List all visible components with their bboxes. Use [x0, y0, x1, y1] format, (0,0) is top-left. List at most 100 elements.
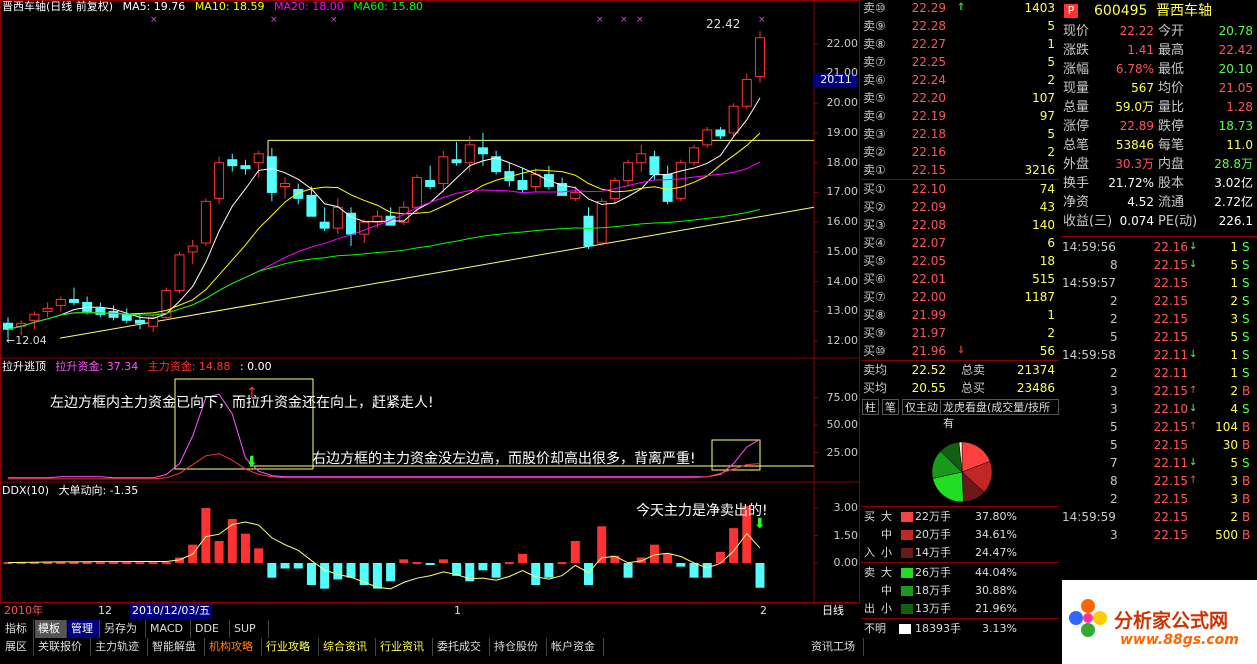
info-toolbar-button[interactable]: 行业资讯: [377, 638, 433, 656]
book-price: 22.19: [911, 109, 946, 123]
fund-color-swatch: [901, 530, 913, 540]
chart-area[interactable]: × × × × × × ×↑⬇⬇: [0, 0, 860, 620]
total-value: 21374: [1016, 363, 1055, 377]
quote-key: 最低: [1158, 62, 1185, 77]
toolbar-button[interactable]: SUP决策: [231, 620, 269, 652]
toolbar-button[interactable]: 模板: [35, 620, 67, 638]
ma20-line: [7, 161, 761, 330]
fund-separator: [861, 506, 1059, 507]
candle-body: [411, 177, 422, 208]
site-logo: 分析家公式网 www.88gs.com: [1062, 580, 1257, 664]
book-volume: 56: [1039, 344, 1055, 358]
stock-header: P 600495 晋西车轴: [1062, 1, 1257, 21]
quote-key: 最高: [1158, 43, 1185, 58]
info-toolbar-button[interactable]: 帐户资金: [548, 638, 604, 656]
quote-value: 4.52: [1127, 195, 1154, 209]
info-toolbar-button[interactable]: 展区: [2, 638, 34, 656]
fund-tab[interactable]: 仅主动: [902, 399, 941, 415]
tick-time: 8: [1110, 258, 1118, 272]
candle-body: [68, 298, 79, 303]
tick-side: B: [1242, 384, 1251, 398]
bid-row: 买⑤ 22.05 18: [861, 252, 1059, 270]
fund-side: 买: [864, 510, 875, 523]
avg-label: 买均: [863, 381, 888, 395]
signal-marker: ×: [330, 15, 338, 25]
toolbar-button[interactable]: 指标: [2, 620, 34, 638]
toolbar-button[interactable]: MACD基本: [147, 620, 191, 652]
fund-side: 出: [864, 602, 875, 615]
toolbar-button[interactable]: 管理: [68, 620, 100, 638]
quote-value: 3.02亿: [1214, 176, 1253, 190]
tick-row: 2 22.15 3 S: [1062, 310, 1257, 328]
candle-body: [108, 310, 119, 318]
quote-value: 567: [1131, 81, 1154, 95]
quote-row: 现价 22.22 今开 20.78: [1062, 22, 1257, 41]
tick-row: 2 22.15 3 B: [1062, 490, 1257, 508]
toolbar-button[interactable]: 另存为: [101, 620, 146, 638]
mid-axis-label: 50.00: [826, 418, 859, 431]
fund-pie-chart: [931, 441, 993, 503]
period-label[interactable]: 日线: [822, 603, 844, 619]
tick-row: 8 22.15 ↓ 5 S: [1062, 256, 1257, 274]
info-toolbar-button[interactable]: 持仓股份: [491, 638, 547, 656]
quote-key: 总量: [1063, 100, 1090, 115]
tick-side: S: [1242, 294, 1250, 308]
tick-row: 2 22.15 2 S: [1062, 292, 1257, 310]
tick-row: 7 22.11 ↓ 5 S: [1062, 454, 1257, 472]
quote-key: 现价: [1063, 24, 1090, 39]
info-toolbar-button[interactable]: 资讯工场: [808, 638, 864, 656]
book-price: 22.05: [911, 254, 946, 268]
tick-arrow: ↓: [1189, 349, 1198, 360]
price-axis-label: 16.00: [826, 215, 859, 229]
candle-body: [280, 183, 291, 187]
main-chart-title: 晋西车轴(日线 前复权): [2, 0, 114, 13]
quote-key: 涨幅: [1063, 62, 1090, 77]
info-toolbar-button[interactable]: 机构攻略: [206, 638, 262, 656]
price-axis-label: 18.00: [826, 155, 859, 169]
stock-code: 600495: [1094, 3, 1148, 19]
tick-price: 22.15: [1153, 510, 1188, 524]
candle-body: [464, 144, 475, 164]
ddx-bar: [663, 553, 673, 563]
tick-arrow: ↓: [1189, 403, 1198, 414]
fund-tab[interactable]: 柱: [862, 399, 879, 415]
high-price-label: 22.42: [706, 17, 741, 31]
quote-key: 净资: [1063, 195, 1090, 210]
fund-tab[interactable]: 笔: [882, 399, 899, 415]
candle-body: [174, 254, 185, 292]
ma20-label: MA20: 18.00: [274, 0, 344, 13]
tick-arrow: ↓: [1189, 259, 1198, 270]
tick-time: 14:59:57: [1062, 276, 1116, 290]
ddx-bar: [201, 508, 211, 563]
stock-name: 晋西车轴: [1156, 3, 1212, 19]
info-toolbar-button[interactable]: 主力轨迹: [92, 638, 148, 656]
toolbar-button[interactable]: DDE决策: [192, 620, 230, 652]
tick-arrow: ↓: [1189, 241, 1198, 252]
quote-key: 涨跌: [1063, 43, 1090, 58]
fund-tab[interactable]: 龙虎看盘(成交量/技所有: [940, 399, 1059, 430]
quote-value: 20.10: [1218, 62, 1253, 76]
down-arrow-marker: ⬇: [246, 454, 258, 470]
main-chart-header: 晋西车轴(日线 前复权) MA5: 19.76 MA10: 18.59 MA20…: [2, 0, 429, 14]
book-price: 22.20: [911, 91, 946, 105]
candle-body: [306, 194, 317, 217]
quote-value: 1.28: [1226, 100, 1253, 114]
book-price: 22.28: [911, 19, 946, 33]
info-toolbar-button[interactable]: 智能解盘: [149, 638, 205, 656]
info-toolbar-button[interactable]: 委托成交: [434, 638, 490, 656]
candle-body: [425, 180, 436, 187]
quote-key: 涨停: [1063, 119, 1090, 134]
info-toolbar-button[interactable]: 关联报价: [35, 638, 91, 656]
book-volume: 3216: [1024, 163, 1055, 177]
candle-body: [755, 37, 765, 77]
candle-body: [517, 180, 528, 190]
info-toolbar-button[interactable]: 综合资讯: [320, 638, 376, 656]
quote-row: 外盘 30.3万 内盘 28.8万: [1062, 155, 1257, 174]
signal-marker: ×: [270, 15, 278, 25]
quote-value: 59.0万: [1115, 100, 1154, 114]
book-label: 买①: [863, 182, 886, 196]
tick-time: 5: [1110, 420, 1118, 434]
quote-value: 53846: [1115, 138, 1154, 152]
info-toolbar-button[interactable]: 行业攻略: [263, 638, 319, 656]
quote-value: 22.22: [1119, 24, 1154, 38]
